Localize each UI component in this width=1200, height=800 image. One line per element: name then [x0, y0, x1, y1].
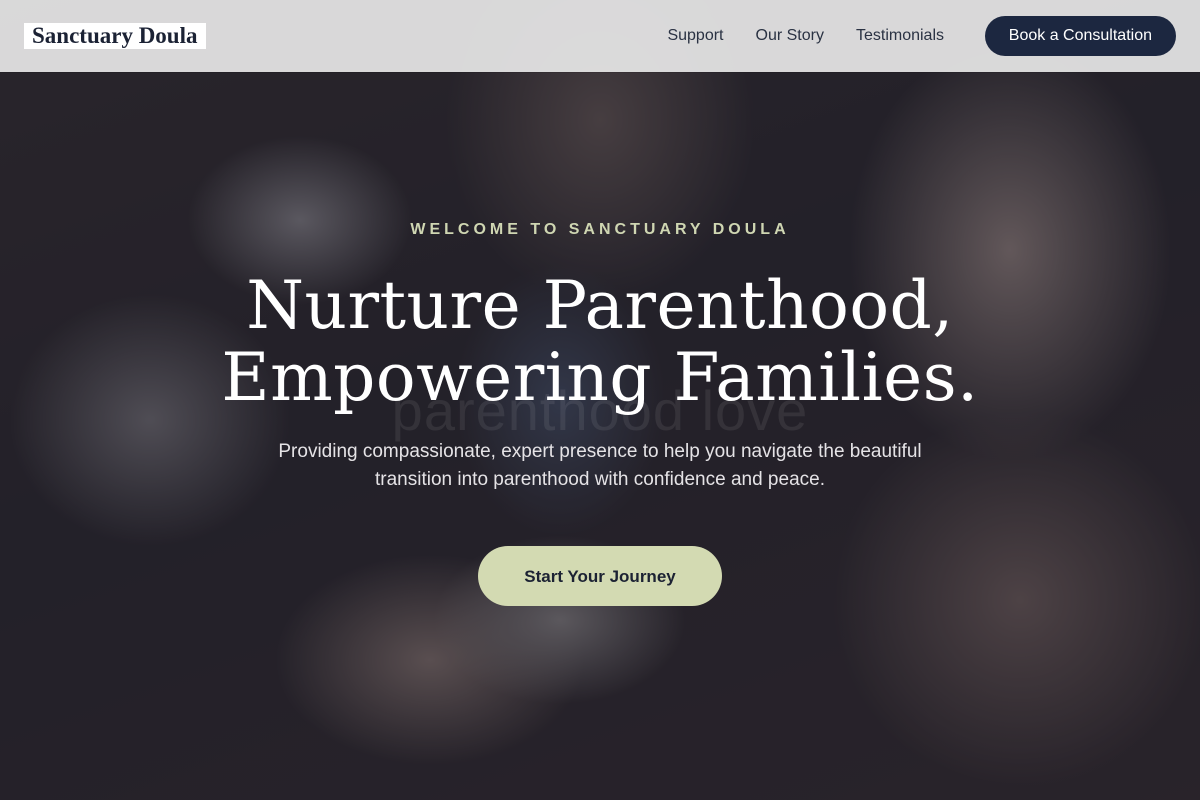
- nav-link-support[interactable]: Support: [667, 27, 723, 45]
- hero-subtext: Providing compassionate, expert presence…: [278, 441, 922, 490]
- hero-section: WELCOME TO SANCTUARY DOULA Nurture Paren…: [0, 220, 1200, 606]
- start-journey-button[interactable]: Start Your Journey: [478, 546, 722, 606]
- main-nav: Support Our Story Testimonials: [667, 0, 944, 72]
- nav-link-our-story[interactable]: Our Story: [756, 27, 824, 45]
- site-header: Sanctuary Doula Support Our Story Testim…: [0, 0, 1200, 72]
- hero-headline-line-2: Empowering Families.: [221, 339, 979, 416]
- hero-headline: Nurture Parenthood, Empowering Families.: [0, 270, 1200, 414]
- hero-eyebrow: WELCOME TO SANCTUARY DOULA: [410, 221, 790, 238]
- book-consultation-button[interactable]: Book a Consultation: [984, 16, 1176, 56]
- brand-logo[interactable]: Sanctuary Doula: [24, 23, 206, 49]
- nav-link-testimonials[interactable]: Testimonials: [856, 27, 944, 45]
- hero-headline-line-1: Nurture Parenthood,: [246, 267, 954, 344]
- landing-page: parenthood love Sanctuary Doula Support …: [0, 0, 1200, 800]
